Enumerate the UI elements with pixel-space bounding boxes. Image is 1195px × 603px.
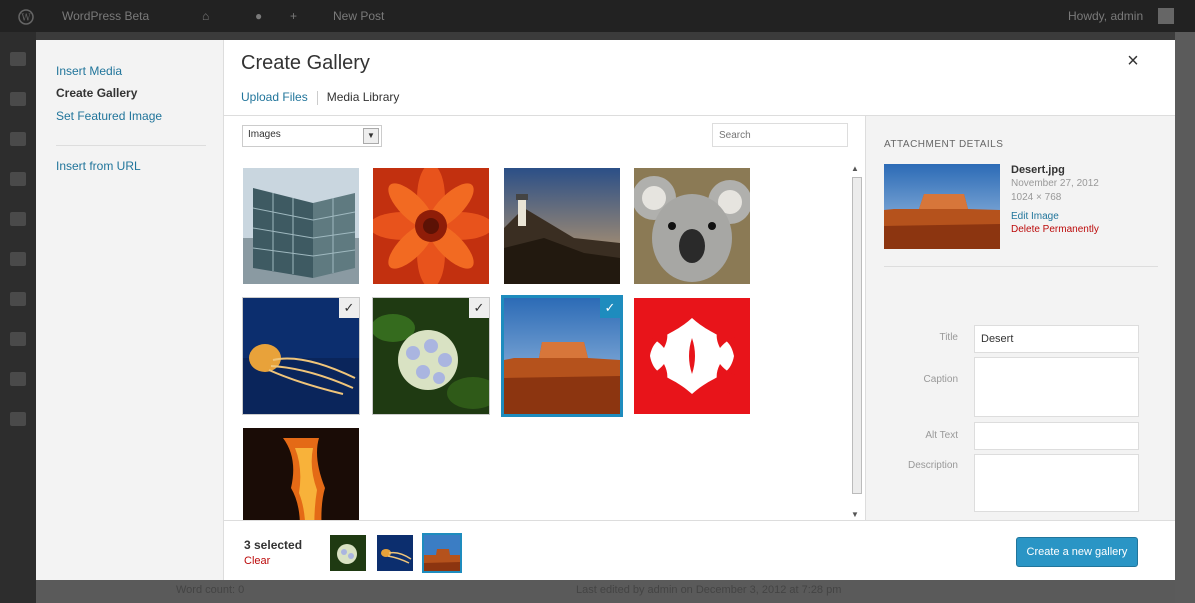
tab-upload-files[interactable]: Upload Files <box>241 90 308 104</box>
scroll-up-icon[interactable]: ▲ <box>851 164 859 173</box>
filter-value: Images <box>248 129 281 140</box>
create-new-gallery-button[interactable]: Create a new gallery <box>1016 537 1138 567</box>
last-edited: Last edited by admin on December 3, 2012… <box>576 584 842 596</box>
image-building <box>243 168 359 284</box>
image-koala <box>634 168 750 284</box>
attachment-lighthouse[interactable] <box>504 168 620 284</box>
menu-insert-media[interactable]: Insert Media <box>56 64 122 78</box>
router-tabs: Upload Files Media Library <box>241 90 399 110</box>
menu-separator <box>56 145 206 146</box>
alt-text-field[interactable] <box>974 422 1139 450</box>
admin-bar-site-name[interactable]: WordPress Beta <box>62 0 149 32</box>
modal-title: Create Gallery <box>241 52 370 74</box>
clear-selection-link[interactable]: Clear <box>244 555 270 567</box>
description-label: Description <box>907 460 958 471</box>
attachment-desert[interactable]: ✓ <box>504 298 620 414</box>
scrollbar-thumb[interactable] <box>852 177 862 494</box>
media-type-filter[interactable]: Images ▼ <box>242 125 382 147</box>
comments-icon[interactable]: ● <box>255 0 262 32</box>
media-toolbar: 3 selected Clear Create a new gallery <box>224 520 1175 580</box>
attachment-building[interactable] <box>243 168 359 284</box>
image-red-flower <box>373 168 489 284</box>
attachment-jellyfish[interactable]: ✓ <box>243 298 359 414</box>
attachment-flower[interactable] <box>373 168 489 284</box>
checkmark-icon[interactable]: ✓ <box>600 298 620 318</box>
tab-media-library[interactable]: Media Library <box>327 90 400 104</box>
image-tulips <box>634 298 750 414</box>
title-label: Title <box>939 332 958 343</box>
admin-sidebar-background <box>0 32 36 603</box>
checkmark-icon[interactable]: ✓ <box>339 298 359 318</box>
admin-bar-new-post[interactable]: New Post <box>333 0 384 32</box>
caption-field[interactable] <box>974 357 1139 417</box>
editor-footer-background: Word count: 0 Last edited by admin on De… <box>36 580 1175 603</box>
edit-image-link[interactable]: Edit Image <box>1011 211 1059 222</box>
grid-scrollbar[interactable]: ▲ ▼ <box>848 162 864 522</box>
menu-create-gallery[interactable]: Create Gallery <box>56 86 137 100</box>
attachment-koala[interactable] <box>634 168 750 284</box>
selection-thumb-jellyfish[interactable] <box>377 535 413 571</box>
wordpress-logo-icon[interactable]: W <box>18 0 34 32</box>
attachment-tulips[interactable] <box>634 298 750 414</box>
menu-insert-from-url[interactable]: Insert from URL <box>56 159 141 173</box>
details-dimensions: 1024 × 768 <box>1011 192 1062 203</box>
media-modal: Insert Media Create Gallery Set Featured… <box>36 40 1175 580</box>
title-field[interactable] <box>974 325 1139 353</box>
delete-permanently-link[interactable]: Delete Permanently <box>1011 224 1099 235</box>
svg-text:W: W <box>21 13 31 23</box>
menu-set-featured-image[interactable]: Set Featured Image <box>56 109 162 123</box>
selection-count: 3 selected <box>244 538 303 552</box>
add-new-icon[interactable]: + <box>290 0 297 32</box>
avatar[interactable] <box>1158 8 1174 24</box>
page-scrollbar[interactable] <box>1175 32 1195 603</box>
details-divider <box>884 266 1158 267</box>
caption-label: Caption <box>923 374 958 385</box>
description-field[interactable] <box>974 454 1139 512</box>
close-icon[interactable]: × <box>1122 50 1144 72</box>
selection-thumb-desert[interactable] <box>424 535 460 571</box>
details-thumbnail <box>884 164 1000 249</box>
home-icon[interactable]: ⌂ <box>202 0 209 32</box>
alt-text-label: Alt Text <box>925 430 958 441</box>
admin-bar: W WordPress Beta ⌂ ● + New Post Howdy, a… <box>0 0 1195 32</box>
details-heading: ATTACHMENT DETAILS <box>884 139 1004 150</box>
admin-bar-howdy[interactable]: Howdy, admin <box>1068 0 1143 32</box>
checkmark-icon[interactable]: ✓ <box>469 298 489 318</box>
word-count: Word count: 0 <box>176 584 245 596</box>
selection-thumb-hydrangea[interactable] <box>330 535 366 571</box>
attachment-hydrangea[interactable]: ✓ <box>373 298 489 414</box>
image-lighthouse <box>504 168 620 284</box>
details-date: November 27, 2012 <box>1011 178 1099 189</box>
attachment-details: ATTACHMENT DETAILS Desert.jpg November 2… <box>865 116 1175 520</box>
scroll-down-icon[interactable]: ▼ <box>851 510 859 519</box>
dropdown-arrow-icon[interactable]: ▼ <box>363 128 379 144</box>
media-menu: Insert Media Create Gallery Set Featured… <box>36 40 224 580</box>
details-filename: Desert.jpg <box>1011 164 1065 176</box>
search-input[interactable] <box>712 123 848 147</box>
